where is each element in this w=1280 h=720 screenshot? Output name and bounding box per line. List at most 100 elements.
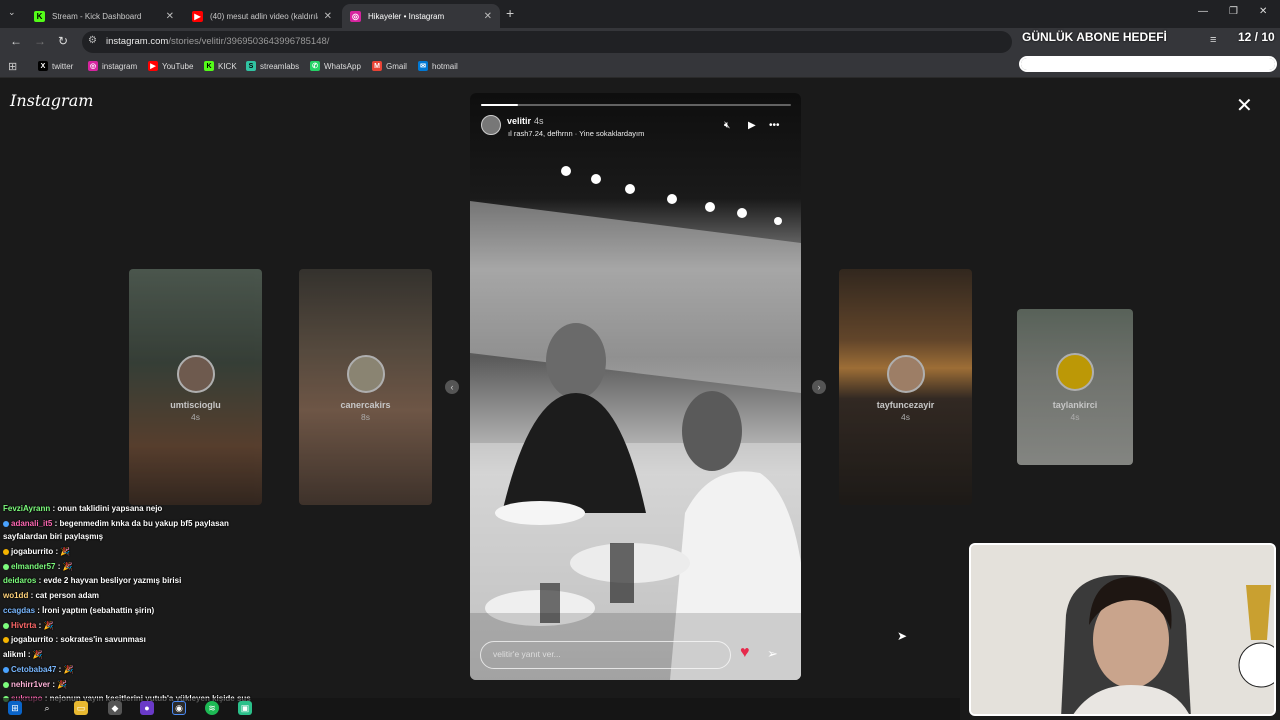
bookmark-twitter[interactable]: Xtwitter [38, 61, 73, 71]
chrome-icon[interactable]: ◉ [172, 701, 186, 715]
subscriber-goal-count: 12 / 10 [1238, 30, 1275, 44]
reply-input[interactable] [493, 649, 713, 659]
reply-field[interactable] [480, 641, 731, 669]
bookmark-instagram[interactable]: ◎ instagram [88, 61, 137, 71]
side-story-taylankirci[interactable]: taylankirci 4s [1017, 309, 1133, 465]
restore-icon[interactable]: ❐ [1229, 6, 1238, 17]
instagram-logo[interactable]: Instagram [10, 91, 93, 110]
chat-message: sayfalardan biri paylaşmış [3, 532, 104, 541]
previous-story-icon[interactable]: ‹ [445, 380, 459, 394]
chat-message: Hivtrta : 🎉 [3, 621, 53, 630]
bookmark-label: twitter [52, 61, 74, 71]
story-username: tayfuncezayir [876, 400, 935, 410]
app-icon[interactable]: ◆ [108, 701, 122, 715]
bookmark-youtube[interactable]: ▶ YouTube [148, 61, 193, 71]
youtube-icon: ▶ [192, 10, 203, 22]
chat-message: alikml : 🎉 [3, 650, 43, 659]
subscriber-goal-title: GÜNLÜK ABONE HEDEFİ [1022, 30, 1167, 44]
hotmail-icon: ✉ [418, 61, 428, 71]
next-story-icon[interactable]: › [812, 380, 826, 394]
new-tab-icon[interactable]: + [506, 5, 514, 21]
forward-icon[interactable]: → [34, 34, 46, 48]
story-time: 4s [191, 412, 200, 422]
story-avatar [886, 355, 925, 393]
tab-search-icon[interactable]: ⌄ [8, 7, 16, 18]
tab-title: Stream - Kick Dashboard [52, 11, 142, 21]
share-send-icon[interactable]: ➢ [767, 646, 778, 662]
bookmark-kick[interactable]: K KICK [204, 61, 237, 71]
chat-message: nehirr1ver : 🎉 [3, 680, 67, 689]
bookmark-label: streamlabs [260, 61, 300, 71]
bookmark-whatsapp[interactable]: ✆ WhatsApp [310, 61, 361, 71]
story-avatar[interactable] [481, 115, 501, 135]
chat-message: jogaburrito : sokrates'in savunması [3, 635, 146, 644]
windows-start-icon[interactable]: ⊞ [8, 701, 22, 715]
media-controls-icon[interactable]: ≡ [1210, 34, 1216, 46]
apps-grid-icon[interactable]: ⊞ [8, 60, 17, 73]
bookmark-streamlabs[interactable]: Sstreamlabs [246, 61, 299, 71]
play-icon[interactable]: ▶ [748, 120, 756, 131]
bookmark-label: KICK [218, 61, 237, 71]
bookmark-label: WhatsApp [324, 61, 361, 71]
story-username: taylankirci [1052, 400, 1098, 410]
bookmark-gmail[interactable]: M Gmail [372, 61, 407, 71]
more-options-icon[interactable]: ••• [769, 120, 780, 131]
close-tab-icon[interactable]: ✕ [484, 11, 492, 22]
mouse-cursor-icon: ➤ [897, 629, 908, 643]
like-heart-icon[interactable]: ♥ [740, 644, 750, 662]
story-progress-fill [481, 104, 519, 106]
close-tab-icon[interactable]: ✕ [324, 11, 332, 22]
tab-title: (40) mesut adlin video (kaldırıla [210, 11, 318, 21]
kick-studio-icon[interactable]: ▣ [238, 701, 252, 715]
story-music-label: rash7.24, defhrnn · Yine sokaklardayım [513, 129, 645, 138]
story-time: 4s [534, 116, 544, 126]
side-story-tayfuncezayir[interactable]: tayfuncezayir 4s [839, 269, 972, 505]
main-story[interactable]: velitir 4s ıl rash7.24, defhrnn · Yine s… [470, 93, 801, 680]
taskbar: ⊞ ⌕ ▭ ◆ ● ◉ ≋ ▣ [0, 698, 960, 720]
story-username: canercakirs [340, 400, 391, 410]
tab-kick-dashboard[interactable]: K Stream - Kick Dashboard ✕ [26, 4, 182, 28]
story-avatar [176, 355, 215, 393]
reload-icon[interactable]: ↻ [58, 34, 68, 48]
story-time: 4s [901, 412, 910, 422]
spotify-icon[interactable]: ≋ [205, 701, 219, 715]
instagram-icon: ◎ [350, 10, 361, 22]
close-icon[interactable]: ✕ [1236, 93, 1253, 118]
mute-icon[interactable]: 🔇︎ [724, 120, 730, 131]
file-explorer-icon[interactable]: ▭ [74, 701, 88, 715]
address-bar[interactable]: ⚙ instagram.com/stories/velitir/39695036… [82, 31, 1012, 53]
chat-message: FevziAyrann : onun taklidini yapsana nej… [3, 504, 163, 513]
bookmark-label: YouTube [162, 61, 194, 71]
story-avatar [1056, 353, 1094, 391]
webcam-feed [969, 543, 1276, 716]
youtube-icon: ▶ [148, 61, 158, 71]
tab-instagram[interactable]: ◎ Hikayeler • Instagram ✕ [342, 4, 500, 28]
story-music[interactable]: ıl rash7.24, defhrnn · Yine sokaklardayı… [508, 129, 644, 138]
tab-title: Hikayeler • Instagram [368, 11, 445, 21]
bookmark-label: Gmail [386, 61, 407, 71]
minimize-icon[interactable]: — [1198, 6, 1208, 17]
close-window-icon[interactable]: ✕ [1259, 6, 1267, 17]
site-info-icon[interactable]: ⚙ [88, 35, 97, 46]
side-story-umtiscioglu[interactable]: umtiscioglu 4s [129, 269, 262, 505]
story-avatar [346, 355, 385, 393]
bookmark-label: instagram [102, 61, 138, 71]
close-tab-icon[interactable]: ✕ [166, 11, 174, 22]
chat-message: wo1dd : cat person adam [3, 591, 100, 600]
webcam-image [971, 545, 1274, 714]
bookmark-hotmail[interactable]: ✉ hotmail [418, 61, 458, 71]
story-progress-bar [481, 104, 791, 106]
back-icon[interactable]: ← [10, 34, 22, 48]
chat-message: deidaros : evde 2 hayvan besliyor yazmış… [3, 576, 182, 585]
tab-youtube[interactable]: ▶ (40) mesut adlin video (kaldırıla ✕ [184, 4, 340, 28]
subscriber-goal-fill [1021, 58, 1275, 70]
side-story-canercakirs[interactable]: canercakirs 8s [299, 269, 432, 505]
subscriber-goal-bar [1019, 56, 1277, 72]
chat-message: adanali_it5 : begenmedim knka da bu yaku… [3, 519, 229, 528]
chat-message: elmander57 : 🎉 [3, 562, 73, 571]
obs-icon[interactable]: ● [140, 701, 154, 715]
bookmark-label: hotmail [432, 61, 458, 71]
search-icon[interactable]: ⌕ [40, 701, 54, 715]
kick-icon: K [204, 61, 214, 71]
story-username[interactable]: velitir [507, 116, 531, 126]
